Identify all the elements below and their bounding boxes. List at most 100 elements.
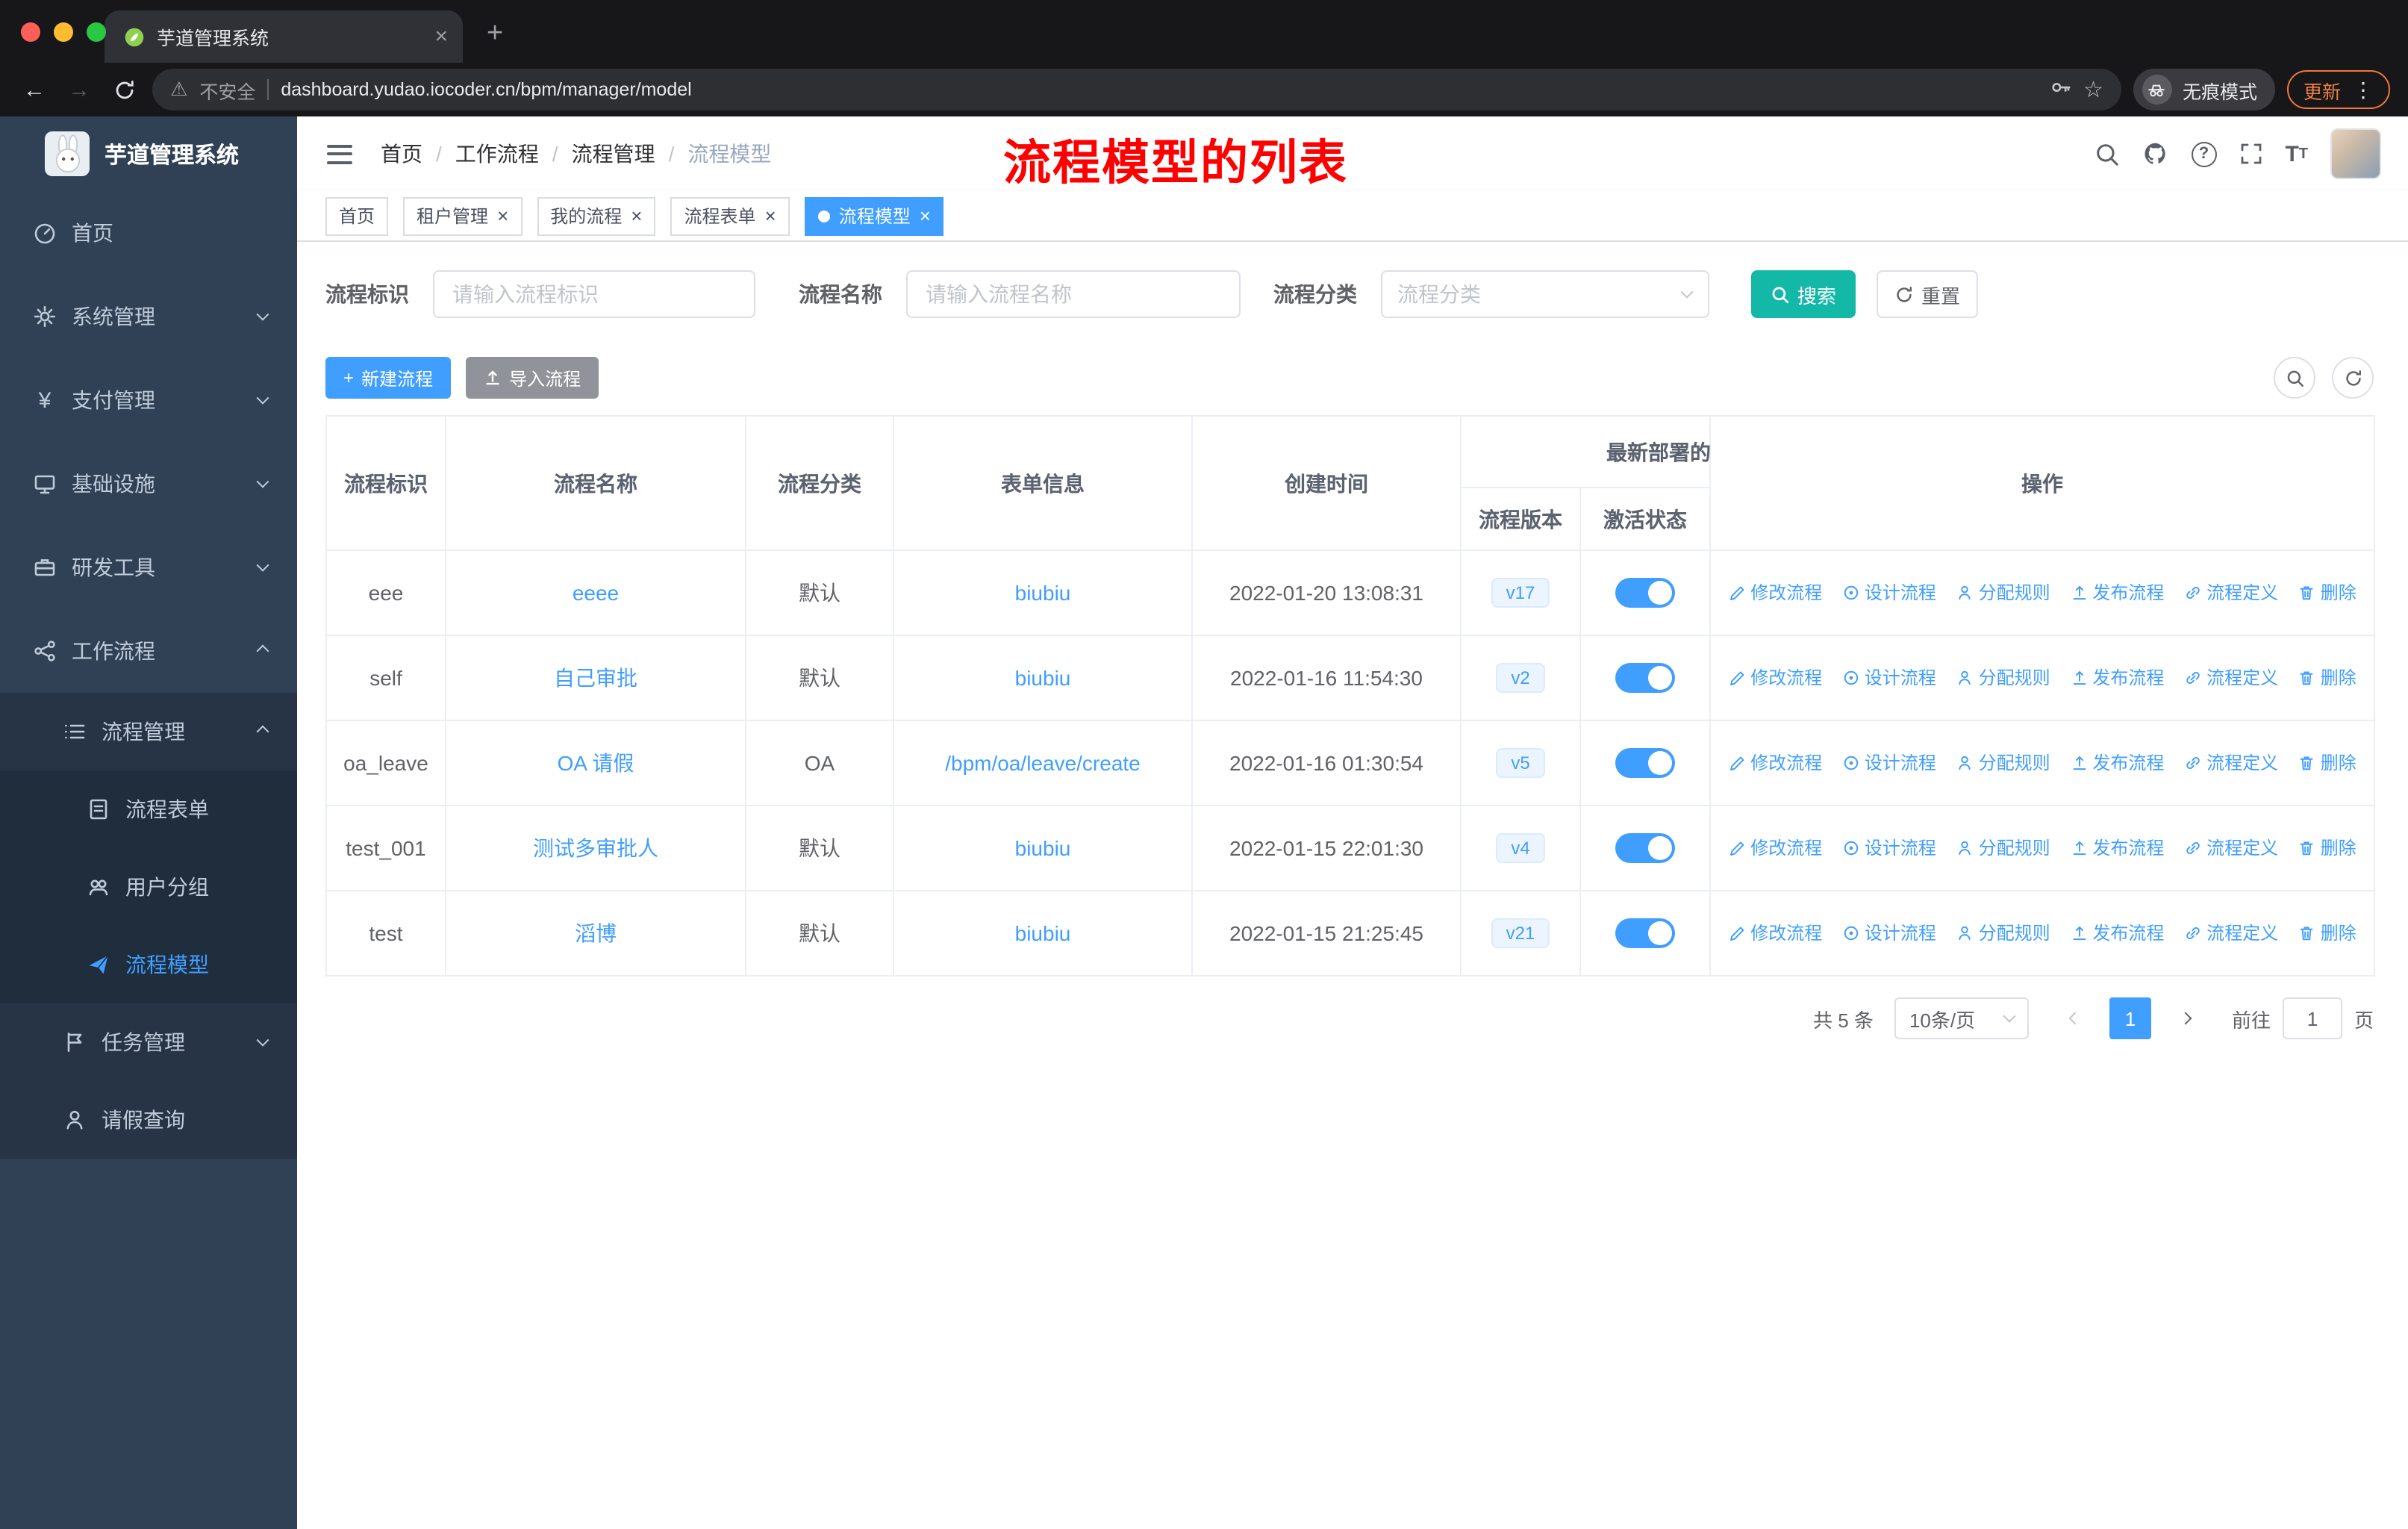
- form-info-link[interactable]: biubiu: [1015, 836, 1071, 860]
- form-info-link[interactable]: biubiu: [1015, 666, 1071, 690]
- active-toggle[interactable]: [1615, 918, 1675, 948]
- bookmark-star-icon[interactable]: ☆: [2083, 76, 2103, 103]
- delete-process-link[interactable]: 删除: [2298, 921, 2356, 946]
- reload-button[interactable]: [107, 78, 140, 101]
- sidebar-item-user-group[interactable]: 用户分组: [0, 848, 297, 926]
- table-search-button[interactable]: [2274, 357, 2315, 399]
- back-button[interactable]: ←: [18, 77, 51, 102]
- breadcrumb-home[interactable]: 首页: [381, 139, 422, 169]
- prev-page-button[interactable]: [2053, 997, 2097, 1039]
- next-page-button[interactable]: [2163, 997, 2208, 1039]
- sidebar-item-infrastructure[interactable]: 基础设施: [0, 442, 297, 526]
- search-button[interactable]: 搜索: [1751, 270, 1856, 318]
- category-select[interactable]: 流程分类: [1381, 270, 1709, 318]
- edit-process-link[interactable]: 修改流程: [1728, 750, 1822, 776]
- create-process-button[interactable]: + 新建流程: [325, 357, 452, 399]
- tag-close-icon[interactable]: ×: [631, 206, 642, 225]
- assign-rule-link[interactable]: 分配规则: [1956, 580, 2050, 605]
- header-search-button[interactable]: [2094, 141, 2119, 166]
- minimize-window-button[interactable]: [54, 22, 73, 42]
- zoom-window-button[interactable]: [87, 22, 106, 42]
- tag-close-icon[interactable]: ×: [920, 206, 931, 225]
- publish-process-link[interactable]: 发布流程: [2070, 665, 2164, 691]
- publish-process-link[interactable]: 发布流程: [2070, 580, 2164, 605]
- sidebar-item-process-management[interactable]: 流程管理: [0, 693, 297, 770]
- form-info-link[interactable]: /bpm/oa/leave/create: [945, 751, 1141, 775]
- sidebar-item-system[interactable]: 系统管理: [0, 275, 297, 358]
- edit-process-link[interactable]: 修改流程: [1728, 835, 1822, 861]
- design-process-link[interactable]: 设计流程: [1842, 835, 1936, 861]
- url-text[interactable]: dashboard.yudao.iocoder.cn/bpm/manager/m…: [281, 79, 2037, 100]
- page-number-1[interactable]: 1: [2109, 997, 2151, 1039]
- tag-close-icon[interactable]: ×: [765, 206, 776, 225]
- process-id-input[interactable]: [433, 270, 755, 318]
- password-key-icon[interactable]: [2049, 76, 2071, 103]
- sidebar-toggle-button[interactable]: [324, 138, 355, 169]
- assign-rule-link[interactable]: 分配规则: [1956, 750, 2050, 776]
- breadcrumb-process-management[interactable]: 流程管理: [572, 139, 655, 169]
- publish-process-link[interactable]: 发布流程: [2070, 835, 2164, 861]
- fullscreen-button[interactable]: [2239, 142, 2262, 166]
- delete-process-link[interactable]: 删除: [2298, 750, 2356, 776]
- active-toggle[interactable]: [1615, 833, 1675, 863]
- active-toggle[interactable]: [1615, 663, 1675, 693]
- tab-close-icon[interactable]: ×: [434, 25, 448, 48]
- process-name-link[interactable]: 滔博: [575, 921, 617, 945]
- sidebar-item-task-management[interactable]: 任务管理: [0, 1003, 297, 1081]
- browser-menu-icon[interactable]: ⋮: [2353, 77, 2374, 102]
- process-name-link[interactable]: 自己审批: [554, 666, 637, 690]
- tag-process-model[interactable]: 流程模型 ×: [804, 196, 944, 235]
- github-link-button[interactable]: [2142, 140, 2168, 167]
- sidebar-item-leave-query[interactable]: 请假查询: [0, 1081, 297, 1159]
- process-definition-link[interactable]: 流程定义: [2184, 921, 2278, 946]
- assign-rule-link[interactable]: 分配规则: [1956, 835, 2050, 861]
- close-window-button[interactable]: [21, 22, 40, 42]
- delete-process-link[interactable]: 删除: [2298, 665, 2356, 691]
- design-process-link[interactable]: 设计流程: [1842, 750, 1936, 776]
- sidebar-item-process-form[interactable]: 流程表单: [0, 770, 297, 848]
- goto-page-input[interactable]: [2282, 997, 2342, 1039]
- tag-close-icon[interactable]: ×: [497, 206, 508, 225]
- design-process-link[interactable]: 设计流程: [1842, 580, 1936, 605]
- browser-update-button[interactable]: 更新 ⋮: [2286, 70, 2390, 109]
- breadcrumb-workflow[interactable]: 工作流程: [455, 139, 539, 169]
- form-info-link[interactable]: biubiu: [1015, 921, 1071, 945]
- process-definition-link[interactable]: 流程定义: [2184, 580, 2278, 605]
- process-definition-link[interactable]: 流程定义: [2184, 750, 2278, 776]
- font-size-button[interactable]: [2285, 141, 2308, 166]
- process-name-link[interactable]: 测试多审批人: [533, 836, 658, 860]
- process-definition-link[interactable]: 流程定义: [2184, 835, 2278, 861]
- new-tab-button[interactable]: +: [487, 18, 503, 51]
- reset-button[interactable]: 重置: [1877, 270, 1978, 318]
- import-process-button[interactable]: 导入流程: [466, 357, 599, 399]
- table-refresh-button[interactable]: [2332, 357, 2374, 399]
- sidebar-item-workflow[interactable]: 工作流程: [0, 609, 297, 693]
- page-size-select[interactable]: 10条/页: [1894, 997, 2029, 1039]
- assign-rule-link[interactable]: 分配规则: [1956, 921, 2050, 946]
- address-bar[interactable]: ⚠ 不安全 dashboard.yudao.iocoder.cn/bpm/man…: [152, 69, 2121, 110]
- sidebar-item-process-model[interactable]: 流程模型: [0, 926, 297, 1003]
- browser-tab[interactable]: 芋道管理系统 ×: [105, 10, 463, 63]
- process-definition-link[interactable]: 流程定义: [2184, 665, 2278, 691]
- edit-process-link[interactable]: 修改流程: [1728, 665, 1822, 691]
- publish-process-link[interactable]: 发布流程: [2070, 921, 2164, 946]
- process-name-input[interactable]: [906, 270, 1241, 318]
- tag-home[interactable]: 首页: [325, 196, 389, 235]
- active-toggle[interactable]: [1615, 748, 1675, 778]
- security-warning-icon[interactable]: ⚠: [170, 78, 187, 102]
- sidebar-item-devtools[interactable]: 研发工具: [0, 526, 297, 609]
- edit-process-link[interactable]: 修改流程: [1728, 580, 1822, 605]
- tag-tenant[interactable]: 租户管理 ×: [403, 196, 523, 235]
- sidebar-item-payment[interactable]: ¥ 支付管理: [0, 358, 297, 442]
- design-process-link[interactable]: 设计流程: [1842, 921, 1936, 946]
- help-button[interactable]: ?: [2191, 141, 2217, 166]
- publish-process-link[interactable]: 发布流程: [2070, 750, 2164, 776]
- delete-process-link[interactable]: 删除: [2298, 835, 2356, 861]
- process-name-link[interactable]: OA 请假: [558, 751, 634, 775]
- active-toggle[interactable]: [1615, 578, 1675, 608]
- tag-my-process[interactable]: 我的流程 ×: [537, 196, 656, 235]
- form-info-link[interactable]: biubiu: [1015, 581, 1071, 605]
- sidebar-item-home[interactable]: 首页: [0, 191, 297, 275]
- edit-process-link[interactable]: 修改流程: [1728, 921, 1822, 946]
- design-process-link[interactable]: 设计流程: [1842, 665, 1936, 691]
